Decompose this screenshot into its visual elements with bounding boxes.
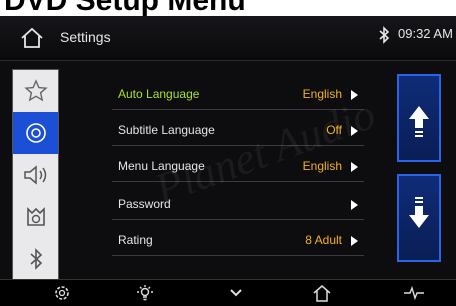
source-sidebar (12, 69, 59, 280)
chevron-right-icon (351, 162, 358, 172)
row-label: Password (118, 197, 171, 211)
chevron-down-icon (230, 289, 242, 297)
bluetooth-icon (29, 248, 42, 270)
row-value: Off (326, 123, 342, 137)
row-value: English (302, 159, 342, 173)
row-label: Menu Language (118, 159, 205, 173)
speaker-icon (23, 165, 46, 185)
caption-title: DVD Setup Menu (0, 0, 456, 16)
chevron-right-icon (351, 90, 358, 100)
footer-home-button[interactable] (310, 280, 334, 306)
sidebar-item-favorites[interactable] (13, 70, 58, 112)
disc-icon (25, 123, 46, 143)
arrow-down-icon (409, 197, 429, 228)
row-label: Subtitle Language (118, 123, 215, 137)
home-icon (313, 285, 331, 302)
bluetooth-status-icon (379, 26, 390, 44)
row-rating[interactable]: Rating 8 Adult (112, 227, 364, 256)
row-value: 8 Adult (305, 233, 342, 247)
head-unit-screen: Settings 09:32 AM Auto Language English … (0, 16, 456, 306)
sidebar-item-mode[interactable] (13, 196, 58, 238)
scroll-up-button[interactable] (397, 74, 441, 162)
star-icon (23, 79, 48, 102)
chevron-right-icon (351, 236, 358, 246)
footer-equalizer-button[interactable] (402, 280, 426, 306)
home-icon[interactable] (20, 27, 44, 49)
row-subtitle-language[interactable]: Subtitle Language Off (112, 117, 364, 146)
chevron-right-icon (351, 200, 358, 210)
scroll-down-button[interactable] (397, 174, 441, 262)
footer-collapse-button[interactable] (224, 280, 248, 306)
page-title: Settings (60, 29, 111, 45)
sidebar-item-bluetooth[interactable] (13, 238, 58, 280)
chevron-right-icon (351, 126, 358, 136)
mode-icon (26, 207, 45, 226)
sidebar-item-dvd[interactable] (13, 112, 58, 154)
row-auto-language[interactable]: Auto Language English (112, 81, 364, 110)
row-label: Rating (118, 233, 153, 247)
row-menu-language[interactable]: Menu Language English (112, 153, 364, 182)
clock: 09:32 AM (398, 26, 453, 41)
gear-icon (55, 286, 69, 300)
sidebar-item-audio[interactable] (13, 154, 58, 196)
row-value: English (302, 87, 342, 101)
row-label: Auto Language (118, 87, 200, 101)
footer-settings-button[interactable] (50, 280, 74, 306)
pulse-icon (404, 285, 424, 301)
brightness-icon (137, 285, 153, 301)
arrow-up-icon (409, 106, 429, 137)
footer-bar (0, 279, 456, 306)
header-bar: Settings 09:32 AM (0, 16, 456, 61)
row-password[interactable]: Password (112, 191, 364, 220)
footer-brightness-button[interactable] (133, 280, 157, 306)
